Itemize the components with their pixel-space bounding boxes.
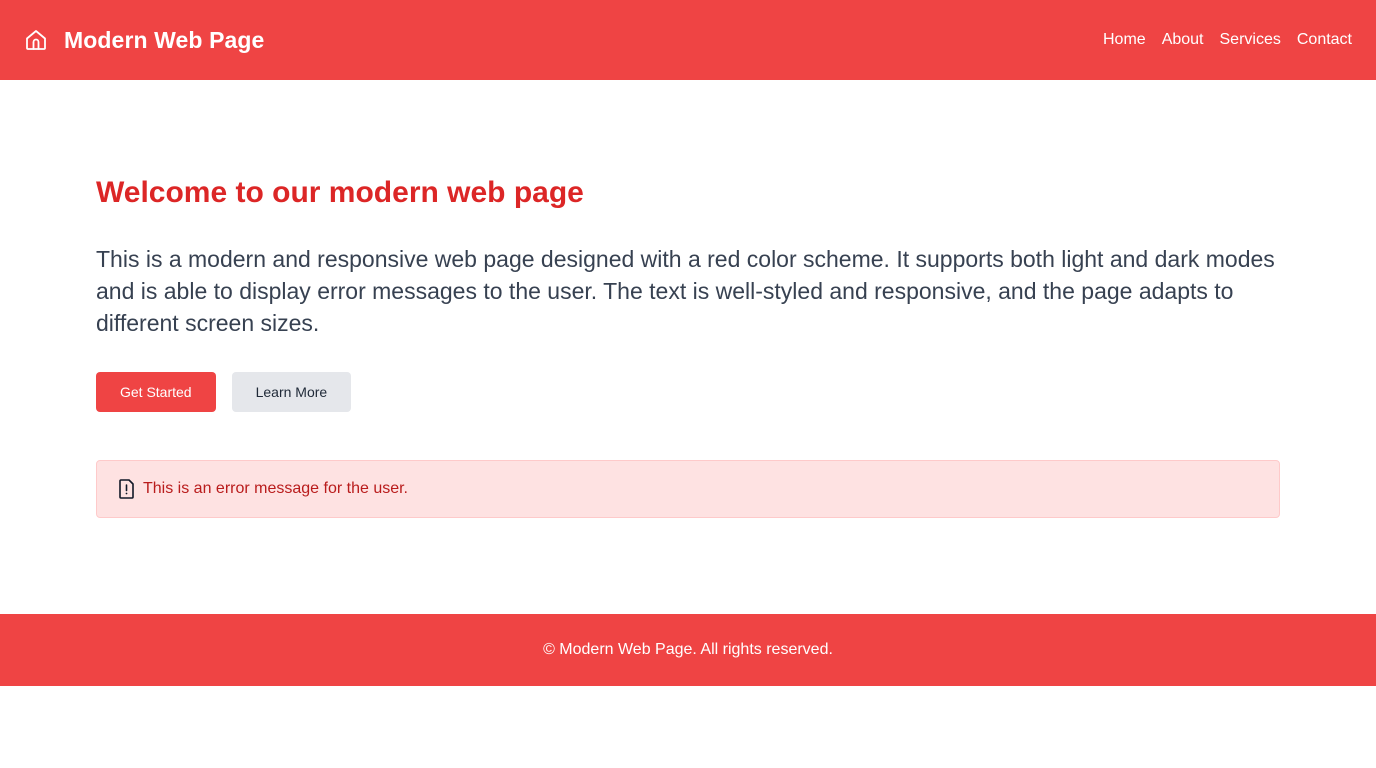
nav-home-link[interactable]: Home bbox=[1103, 31, 1146, 49]
learn-more-button[interactable]: Learn More bbox=[231, 372, 352, 412]
home-icon[interactable] bbox=[24, 28, 48, 52]
hero-description: This is a modern and responsive web page… bbox=[96, 246, 1275, 336]
site-title: Modern Web Page bbox=[64, 26, 265, 53]
main-nav: Home About Services Contact bbox=[1103, 31, 1352, 49]
site-footer: © Modern Web Page. All rights reserved. bbox=[0, 614, 1376, 686]
nav-about-link[interactable]: About bbox=[1162, 31, 1204, 49]
brand[interactable]: Modern Web Page bbox=[24, 27, 264, 54]
file-alert-icon bbox=[115, 478, 137, 500]
get-started-button[interactable]: Get Started bbox=[96, 372, 216, 412]
footer-copyright: © Modern Web Page. All rights reserved. bbox=[543, 641, 833, 658]
nav-contact-link[interactable]: Contact bbox=[1297, 31, 1352, 49]
nav-services-link[interactable]: Services bbox=[1220, 31, 1281, 49]
error-message: This is an error message for the user. bbox=[143, 480, 408, 497]
site-header: Modern Web Page Home About Services Cont… bbox=[0, 0, 1376, 80]
hero-actions: Get Started Learn More bbox=[96, 372, 352, 412]
hero-title: Welcome to our modern web page bbox=[96, 176, 584, 209]
error-alert: This is an error message for the user. bbox=[96, 460, 1280, 518]
